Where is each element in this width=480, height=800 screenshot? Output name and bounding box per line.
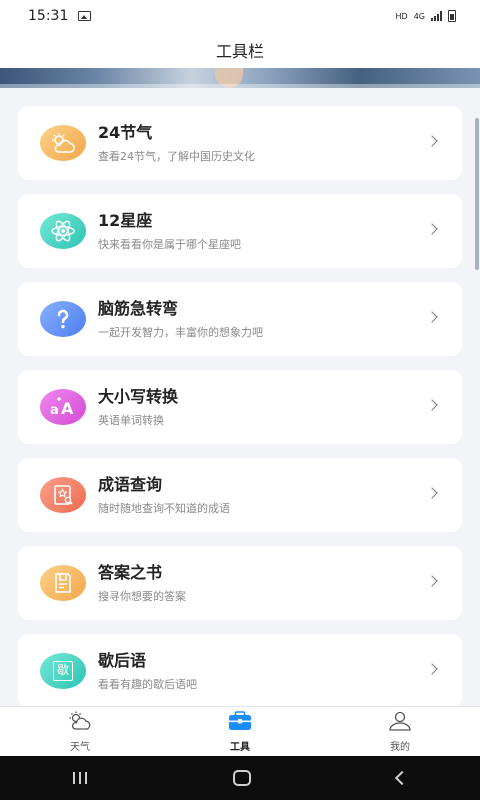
scrollbar[interactable]	[475, 118, 479, 270]
tool-card-text: 歇后语看看有趣的歇后语吧	[98, 651, 197, 692]
home-button[interactable]	[233, 770, 251, 786]
status-bar: 15:31 HD 4G	[0, 0, 480, 32]
tool-card-title: 12星座	[98, 210, 153, 230]
gallery-notification-icon	[78, 11, 92, 21]
network-type: 4G	[413, 11, 425, 21]
nav-item-profile[interactable]: 我的	[320, 707, 480, 756]
tool-card-subtitle: 随时随地查询不知道的成语	[98, 501, 230, 515]
tool-card-text: 答案之书搜寻你想要的答案	[98, 563, 186, 604]
cloud-sun-icon	[40, 125, 86, 161]
status-time: 15:31	[28, 8, 69, 24]
chevron-right-icon	[426, 135, 438, 147]
tool-card-text: 脑筋急转弯一起开发智力，丰富你的想象力吧	[98, 299, 263, 340]
tool-list: 24节气查看24节气，了解中国历史文化 12星座快来看看你是属于哪个星座吧脑筋急转…	[18, 106, 462, 706]
svg-text:A: A	[61, 399, 74, 418]
tool-card[interactable]: 12星座快来看看你是属于哪个星座吧	[18, 194, 462, 268]
tool-card[interactable]: 歇 歇后语看看有趣的歇后语吧	[18, 634, 462, 706]
tool-card[interactable]: 成语查询随时随地查询不知道的成语	[18, 458, 462, 532]
tool-card-text: 大小写转换英语单词转换	[98, 387, 178, 428]
hd-indicator: HD	[395, 11, 408, 21]
tool-card-subtitle: 看看有趣的歇后语吧	[98, 677, 197, 691]
toolbox-icon	[227, 710, 253, 735]
tool-card-text: 成语查询随时随地查询不知道的成语	[98, 475, 230, 516]
tool-card-subtitle: 快来看看你是属于哪个星座吧	[98, 237, 241, 251]
nav-label-weather: 天气	[70, 741, 90, 753]
chevron-right-icon	[426, 223, 438, 235]
question-icon	[40, 301, 86, 337]
letter-case-icon: aA	[40, 389, 86, 425]
nav-label-tools: 工具	[230, 741, 250, 753]
chevron-right-icon	[426, 311, 438, 323]
status-left: 15:31	[28, 8, 92, 24]
tool-list-scroll[interactable]: 24节气查看24节气，了解中国历史文化 12星座快来看看你是属于哪个星座吧脑筋急转…	[0, 88, 480, 706]
recents-button[interactable]	[73, 772, 87, 784]
chevron-right-icon	[426, 663, 438, 675]
weather-icon	[67, 711, 93, 735]
bottom-nav: 天气 工具 我的	[0, 706, 480, 756]
tool-card-title: 脑筋急转弯	[98, 298, 179, 318]
tool-card-title: 24节气	[98, 122, 153, 142]
tool-card-subtitle: 英语单词转换	[98, 413, 164, 427]
tool-card-text: 12星座快来看看你是属于哪个星座吧	[98, 211, 241, 252]
tool-card[interactable]: a A 大小写转换英语单词转换	[18, 370, 462, 444]
xie-book-icon: 歇	[40, 653, 86, 689]
book-search-icon	[40, 477, 86, 513]
chevron-right-icon	[426, 487, 438, 499]
nav-label-profile: 我的	[390, 741, 410, 753]
page-title: 工具栏	[215, 42, 264, 61]
tool-card-title: 成语查询	[98, 474, 163, 494]
chevron-right-icon	[426, 399, 438, 411]
answer-book-icon	[40, 565, 86, 601]
nav-item-tools[interactable]: 工具	[160, 707, 320, 756]
tool-card-text: 24节气查看24节气，了解中国历史文化	[98, 123, 255, 164]
title-bar: 工具栏	[0, 32, 480, 68]
tool-card[interactable]: 脑筋急转弯一起开发智力，丰富你的想象力吧	[18, 282, 462, 356]
tool-card-title: 歇后语	[98, 650, 147, 670]
battery-icon	[448, 10, 456, 22]
tool-card-title: 答案之书	[98, 562, 163, 582]
xie-glyph: 歇	[53, 661, 73, 681]
nav-item-weather[interactable]: 天气	[0, 707, 160, 756]
tool-card[interactable]: 答案之书搜寻你想要的答案	[18, 546, 462, 620]
system-nav-bar	[0, 756, 480, 800]
signal-icon	[431, 11, 442, 21]
tool-card-subtitle: 查看24节气，了解中国历史文化	[98, 149, 255, 163]
tool-card-title: 大小写转换	[98, 386, 179, 406]
tool-card-subtitle: 一起开发智力，丰富你的想象力吧	[98, 325, 263, 339]
status-right: HD 4G	[396, 10, 456, 22]
back-button[interactable]	[394, 770, 410, 786]
atom-icon	[40, 213, 86, 249]
tool-card-subtitle: 搜寻你想要的答案	[98, 589, 186, 603]
chevron-right-icon	[426, 575, 438, 587]
svg-text:a: a	[50, 403, 59, 418]
banner-image[interactable]	[0, 68, 480, 88]
tool-card[interactable]: 24节气查看24节气，了解中国历史文化	[18, 106, 462, 180]
profile-icon	[387, 711, 413, 735]
